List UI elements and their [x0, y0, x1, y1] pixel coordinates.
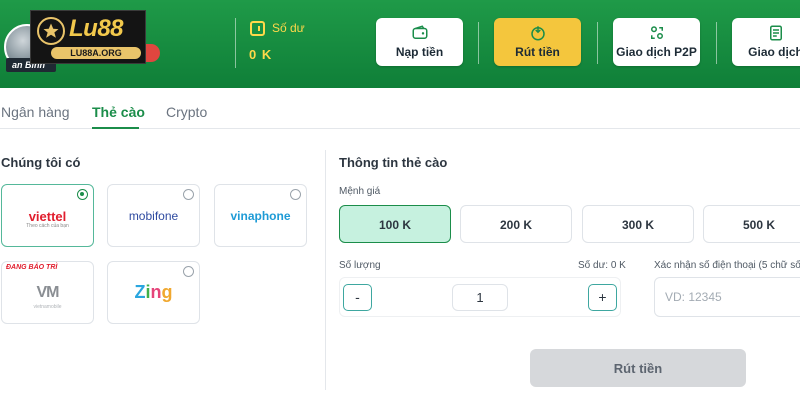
wallet-icon: [412, 25, 427, 39]
increment-button[interactable]: +: [588, 284, 617, 311]
payment-method-tabs: Ngân hàng Thẻ cào Crypto: [0, 96, 800, 129]
logo-domain: LU88A.ORG: [51, 47, 141, 59]
logo[interactable]: Lu88 LU88A.ORG: [30, 10, 146, 64]
card-info-title: Thông tin thẻ cào: [339, 155, 448, 170]
provider-zing[interactable]: Zing: [107, 261, 200, 324]
provider-vietnamobile[interactable]: ĐANG BẢO TRÌ VM vietnamobile: [1, 261, 94, 324]
zing-logo: Zing: [108, 282, 199, 303]
withdraw-label: Rút tiền: [515, 45, 560, 59]
viettel-slogan: Theo cách của bạn: [26, 223, 69, 229]
deposit-button[interactable]: Nạp tiền: [376, 18, 463, 66]
phone-digits-input[interactable]: [654, 277, 800, 317]
vinaphone-logo: vinaphone: [230, 209, 291, 223]
zing-letter: n: [150, 282, 162, 302]
submit-withdraw-button[interactable]: Rút tiền: [530, 349, 746, 387]
provider-vinaphone[interactable]: vinaphone: [214, 184, 307, 247]
phone-confirm-label: Xác nhận số điện thoại (5 chữ số cu: [654, 260, 800, 271]
decrement-button[interactable]: -: [343, 284, 372, 311]
header-divider: [716, 22, 717, 64]
vietnamobile-logo: VM: [36, 284, 60, 301]
viettel-logo: viettel: [28, 209, 67, 224]
maintenance-label: ĐANG BẢO TRÌ: [6, 264, 58, 271]
logo-text: Lu88: [69, 15, 124, 42]
column-divider: [325, 150, 326, 390]
transactions-icon: [769, 25, 782, 41]
vietnamobile-wordmark: vietnamobile: [33, 304, 62, 310]
zing-letter: g: [161, 282, 173, 302]
quantity-label: Số lượng: [339, 260, 381, 271]
p2p-label: Giao dịch P2P: [616, 45, 697, 59]
header-divider: [597, 22, 598, 64]
provider-mobifone[interactable]: mobifone: [107, 184, 200, 247]
balance-value: 0 K: [249, 47, 273, 62]
active-tab-underline: [92, 127, 139, 129]
withdraw-button[interactable]: Rút tiền: [494, 18, 581, 66]
mobifone-logo: mobifone: [128, 209, 179, 223]
balance-label: Số dư: [272, 21, 305, 35]
quantity-balance: Số dư: 0 K: [578, 260, 626, 271]
wallet-icon: [250, 21, 265, 36]
transactions-label: Giao dịch: [748, 45, 800, 59]
radio[interactable]: [183, 189, 194, 200]
denomination-300k[interactable]: 300 K: [582, 205, 694, 243]
denomination-200k[interactable]: 200 K: [460, 205, 572, 243]
quantity-input[interactable]: [452, 284, 508, 311]
tab-bank[interactable]: Ngân hàng: [1, 104, 70, 120]
providers-title: Chúng tôi có: [1, 155, 81, 170]
provider-viettel[interactable]: viettel Theo cách của bạn: [1, 184, 94, 247]
p2p-button[interactable]: Giao dịch P2P: [613, 18, 700, 66]
radio[interactable]: [290, 189, 301, 200]
tab-scratch-card[interactable]: Thẻ cào: [92, 104, 145, 120]
denomination-500k[interactable]: 500 K: [703, 205, 800, 243]
tab-crypto[interactable]: Crypto: [166, 104, 207, 120]
denomination-100k[interactable]: 100 K: [339, 205, 451, 243]
header-bar: an Bình n Lu88 LU88A.ORG Số dư 0 K Nạp t…: [0, 0, 800, 88]
header-divider: [478, 22, 479, 64]
radio-selected[interactable]: [77, 189, 88, 200]
transactions-button[interactable]: Giao dịch: [732, 18, 800, 66]
radio[interactable]: [183, 266, 194, 277]
zing-letter: Z: [134, 282, 146, 302]
denomination-label: Mệnh giá: [339, 186, 381, 197]
withdraw-page: an Bình n Lu88 LU88A.ORG Số dư 0 K Nạp t…: [0, 0, 800, 400]
deposit-label: Nạp tiền: [395, 45, 444, 59]
header-divider: [235, 18, 236, 68]
star-icon: [37, 17, 65, 45]
p2p-icon: [650, 26, 663, 39]
withdraw-icon: [530, 26, 545, 41]
